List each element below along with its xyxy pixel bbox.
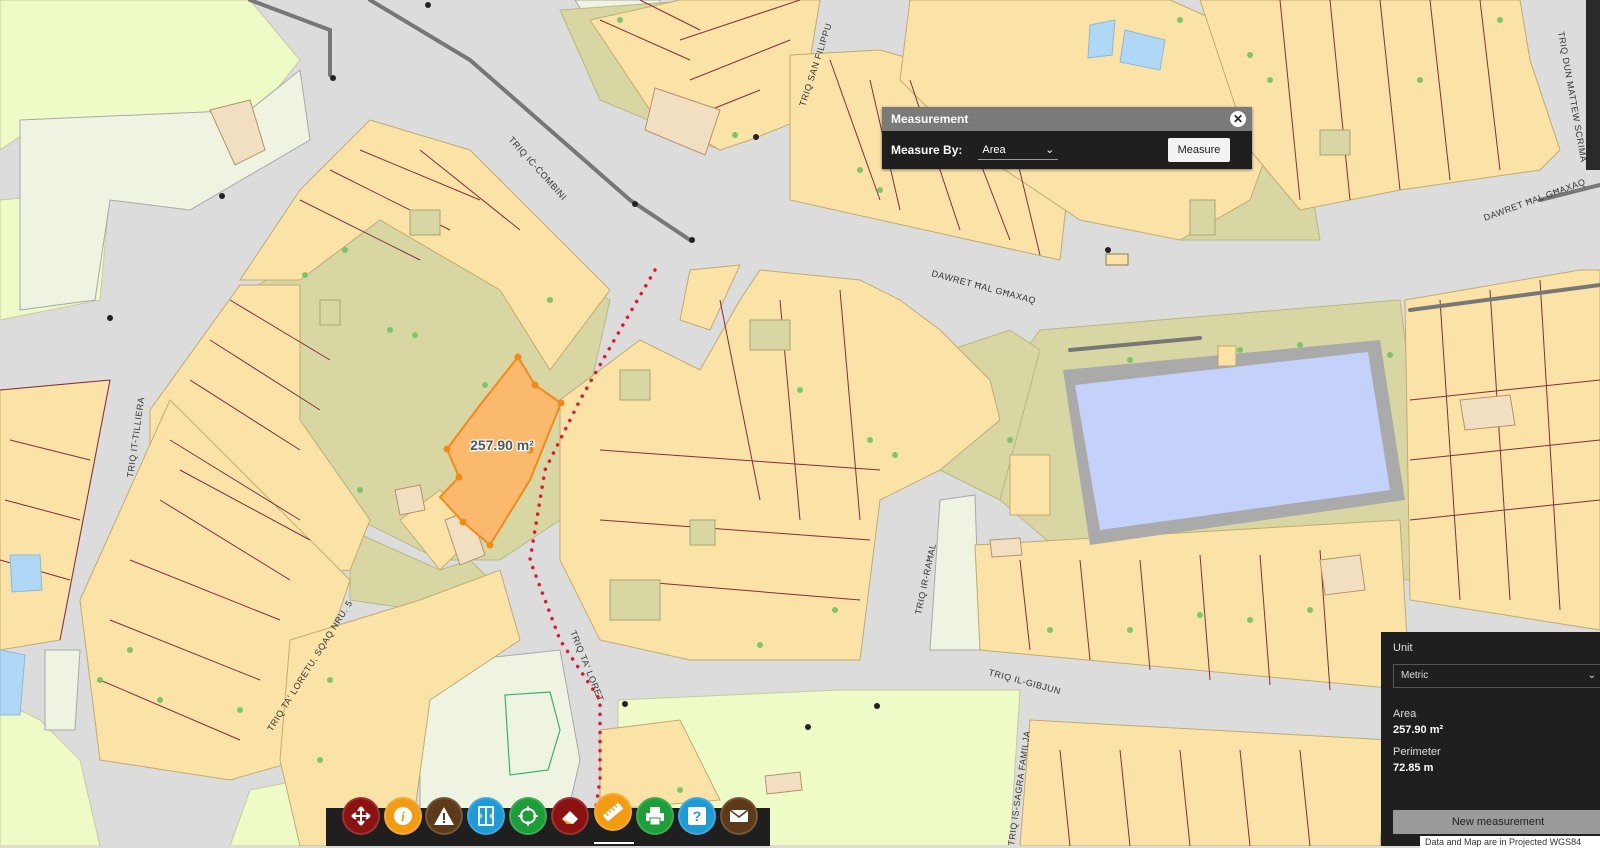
- print-button[interactable]: [636, 797, 674, 835]
- measure-by-value: Area: [982, 143, 1006, 156]
- mail-button[interactable]: [720, 797, 758, 835]
- measure-button[interactable]: Measure: [1168, 138, 1230, 162]
- info-button[interactable]: i: [384, 797, 422, 835]
- warning-button[interactable]: [425, 797, 463, 835]
- swipe-button[interactable]: [467, 797, 505, 835]
- area-label: Area: [1393, 708, 1417, 720]
- svg-text:?: ?: [693, 808, 702, 824]
- attribution-text: Data and Map are in Projected WGS84: [1420, 836, 1600, 848]
- home-button[interactable]: [342, 797, 380, 835]
- measure-by-select[interactable]: Area ⌄: [978, 140, 1059, 160]
- area-value: 257.90 m²: [1393, 724, 1444, 736]
- info-icon: i: [394, 807, 412, 825]
- locate-button[interactable]: [509, 797, 547, 835]
- measurement-results-panel: Unit Metric ⌄ Area 257.90 m² Perimeter 7…: [1381, 632, 1600, 846]
- home-icon: [351, 806, 371, 826]
- chevron-down-icon: ⌄: [1587, 670, 1596, 681]
- measurement-title: Measurement: [891, 112, 969, 126]
- close-icon[interactable]: ✕: [1230, 111, 1246, 127]
- measured-area-label: 257.90 m²: [470, 437, 534, 453]
- help-button[interactable]: ?: [678, 797, 716, 835]
- reservoir-hut: [1217, 345, 1237, 367]
- map-widget-strip[interactable]: [1586, 0, 1600, 170]
- swipe-icon: [478, 806, 494, 826]
- locate-icon: [518, 806, 538, 826]
- measurement-panel: Measurement ✕ Measure By: Area ⌄ Measure: [882, 107, 1252, 169]
- map-marker: [1105, 253, 1129, 266]
- perimeter-value: 72.85 m: [1393, 762, 1434, 774]
- help-icon: ?: [688, 807, 706, 825]
- map-canvas[interactable]: 257.90 m² TRIQ IĊ-ĊOMBINI TRIQ SAN FILIP…: [0, 0, 1600, 846]
- unit-select[interactable]: Metric ⌄: [1393, 664, 1600, 688]
- perimeter-label: Perimeter: [1393, 746, 1441, 758]
- warning-icon: [434, 807, 454, 825]
- active-tool-indicator: [594, 842, 634, 844]
- svg-text:i: i: [401, 810, 405, 825]
- unit-label: Unit: [1393, 642, 1413, 654]
- measure-tool-button[interactable]: [594, 793, 632, 831]
- eraser-button[interactable]: [551, 797, 589, 835]
- measure-by-label: Measure By:: [891, 143, 963, 157]
- unit-value: Metric: [1401, 670, 1429, 681]
- measurement-panel-body: Measure By: Area ⌄ Measure: [882, 131, 1252, 169]
- eraser-icon: [562, 811, 578, 824]
- measurement-panel-header: Measurement ✕: [882, 107, 1252, 131]
- chevron-down-icon: ⌄: [1045, 144, 1055, 156]
- ruler-icon: [602, 802, 624, 822]
- print-icon: [646, 807, 664, 826]
- new-measurement-button[interactable]: New measurement: [1393, 810, 1600, 834]
- mail-icon: [729, 809, 749, 822]
